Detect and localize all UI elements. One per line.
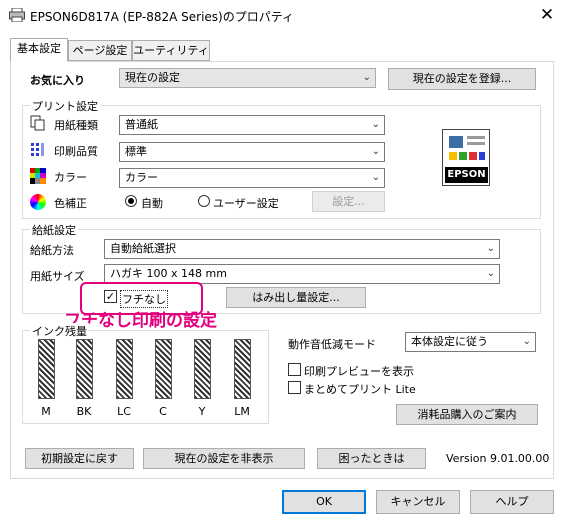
color-correction-label: 色補正 [54,197,87,210]
register-favorite-button[interactable]: 現在の設定を登録... [388,68,536,90]
ink-bar-lc [116,339,133,399]
color-select[interactable]: カラー ⌄ [119,168,385,188]
print-settings-legend: プリント設定 [30,98,100,114]
chevron-down-icon: ⌄ [371,146,380,157]
favorites-label: お気に入り [30,74,85,87]
paper-source-label: 給紙方法 [30,244,74,257]
printer-icon [9,8,25,22]
tab-utility[interactable]: ユーティリティー [132,40,210,76]
batch-print-label: まとめてプリント Lite [304,383,416,396]
ink-bar-bk [76,339,93,399]
ink-label-c: C [159,405,167,418]
color-value: カラー [125,171,158,184]
expansion-settings-button[interactable]: はみ出し量設定... [226,287,366,308]
close-icon[interactable]: ✕ [536,3,558,27]
ink-label-y: Y [198,405,206,418]
ink-bar-y [194,339,211,399]
ink-label-lc: LC [117,405,131,418]
color-swatch [469,152,477,160]
color-correction-user-radio[interactable] [198,195,210,207]
print-quality-icon [30,142,46,158]
ok-button[interactable]: OK [282,490,366,514]
ink-label-m: M [41,405,51,418]
preview-label: 印刷プレビューを表示 [304,365,414,378]
favorites-select[interactable]: 現在の設定 ⌄ [119,68,376,88]
preview-checkbox[interactable] [288,363,301,376]
ink-bar-lm [234,339,251,399]
paper-type-select[interactable]: 普通紙 ⌄ [119,115,385,135]
print-quality-value: 標準 [125,145,147,158]
window-title: EPSON6D817A (EP-882A Series)のプロパティ [30,10,295,24]
batch-print-checkbox[interactable] [288,381,301,394]
help-button[interactable]: ヘルプ [470,490,554,514]
printer-output-image: EPSON [442,129,490,186]
cancel-button[interactable]: キャンセル [376,490,460,514]
chevron-down-icon: ⌄ [362,72,371,83]
paper-type-label: 用紙種類 [54,119,98,132]
text-line [467,136,485,139]
color-grid-icon [30,168,46,184]
paper-size-value: ハガキ 100 x 148 mm [110,267,227,280]
print-quality-label: 印刷品質 [54,145,98,158]
tab-page[interactable]: ページ設定 [68,40,132,61]
color-swatch [479,152,485,160]
chevron-down-icon: ⌄ [371,172,380,183]
favorites-value: 現在の設定 [125,71,180,84]
chevron-down-icon: ⌄ [486,243,495,254]
text-line [467,142,485,145]
color-swatch [449,152,457,160]
quiet-mode-label: 動作音低減モード [288,338,376,351]
ink-label-lm: LM [234,405,250,418]
supplies-button[interactable]: 消耗品購入のご案内 [396,404,538,425]
reset-defaults-button[interactable]: 初期設定に戻す [25,448,134,469]
color-correction-settings-button[interactable]: 設定... [312,191,385,212]
color-correction-user-label: ユーザー設定 [213,197,279,210]
paper-type-value: 普通紙 [125,118,158,131]
paper-source-value: 自動給紙選択 [110,242,176,255]
ink-bar-c [155,339,172,399]
chevron-down-icon: ⌄ [371,119,380,130]
tab-basic[interactable]: 基本設定 [10,38,68,62]
epson-logo: EPSON [445,167,488,183]
ink-levels-legend: インク残量 [30,323,89,339]
color-correction-auto-label: 自動 [141,197,163,210]
color-correction-auto-radio[interactable] [125,195,137,207]
chevron-down-icon: ⌄ [486,268,495,279]
paper-size-select[interactable]: ハガキ 100 x 148 mm ⌄ [104,264,500,284]
paper-type-icon [30,115,45,131]
paper-size-label: 用紙サイズ [30,270,85,283]
color-swatch [459,152,467,160]
quiet-mode-select[interactable]: 本体設定に従う ⌄ [405,332,536,352]
color-label: カラー [54,171,87,184]
hide-settings-button[interactable]: 現在の設定を非表示 [143,448,305,469]
print-quality-select[interactable]: 標準 ⌄ [119,142,385,162]
ink-label-bk: BK [76,405,92,418]
quiet-mode-value: 本体設定に従う [411,335,488,348]
version-text: Version 9.01.00.00 [446,452,550,465]
color-wheel-icon [30,194,46,210]
ink-bar-m [38,339,55,399]
photo-thumbnail [449,136,463,148]
paper-feed-legend: 給紙設定 [30,222,78,238]
troubleshooting-button[interactable]: 困ったときは [317,448,426,469]
paper-source-select[interactable]: 自動給紙選択 ⌄ [104,239,500,259]
chevron-down-icon: ⌄ [522,336,531,347]
title-bar: EPSON6D817A (EP-882A Series)のプロパティ ✕ [0,0,563,31]
